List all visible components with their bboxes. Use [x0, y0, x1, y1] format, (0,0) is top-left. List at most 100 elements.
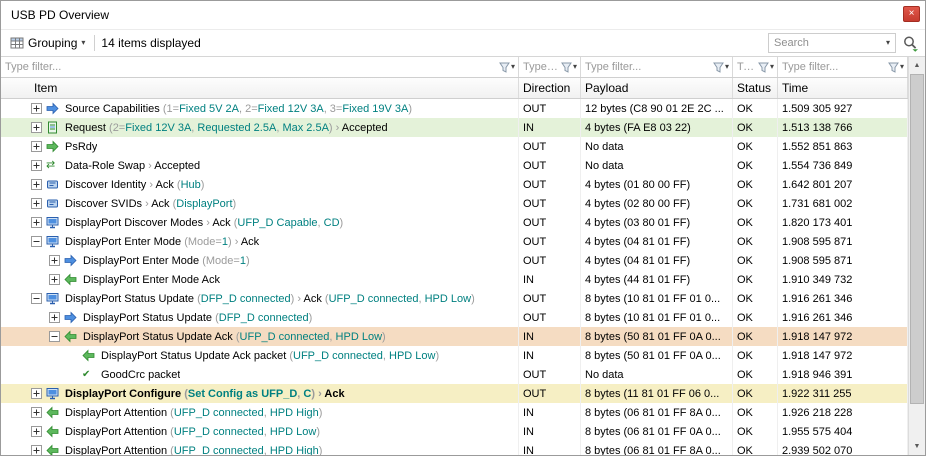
table-row[interactable]: DisplayPort Discover Modes › Ack (UFP_D … — [1, 213, 925, 232]
grouping-button[interactable]: Grouping ▾ — [7, 34, 88, 52]
expand-icon[interactable] — [31, 407, 42, 418]
filter-input-1[interactable]: Type filter...▾ — [519, 57, 581, 77]
collapse-icon[interactable] — [49, 331, 60, 342]
expand-icon[interactable] — [31, 141, 42, 152]
table-row[interactable]: DisplayPort Enter Mode AckIN4 bytes (44 … — [1, 270, 925, 289]
status-cell: OK — [733, 156, 778, 175]
status-cell: OK — [733, 99, 778, 118]
payload-cell: 4 bytes (02 80 00 FF) — [581, 194, 733, 213]
item-cell: DisplayPort Attention (UFP_D connected, … — [1, 441, 519, 455]
collapse-icon[interactable] — [31, 293, 42, 304]
status-cell: OK — [733, 346, 778, 365]
filter-input-4[interactable]: Type filter...▾ — [778, 57, 908, 77]
expand-icon[interactable] — [31, 388, 42, 399]
expand-icon[interactable] — [49, 274, 60, 285]
expand-icon[interactable] — [31, 198, 42, 209]
filter-input-0[interactable]: Type filter...▾ — [1, 57, 519, 77]
table-row[interactable]: DisplayPort Status Update Ack (UFP_D con… — [1, 327, 925, 346]
item-text: Data-Role Swap › Accepted — [65, 160, 200, 172]
item-cell: Request (2=Fixed 12V 3A, Requested 2.5A,… — [1, 118, 519, 137]
expand-icon[interactable] — [31, 426, 42, 437]
filter-placeholder: Type filter... — [5, 61, 497, 73]
time-cell: 1.918 147 972 — [778, 327, 908, 346]
status-cell: OK — [733, 384, 778, 403]
expand-slot — [31, 160, 46, 171]
filter-funnel-icon[interactable]: ▾ — [711, 62, 732, 73]
filter-placeholder: Type filter... — [585, 61, 711, 73]
scrollbar-thumb[interactable] — [910, 74, 924, 404]
close-button[interactable]: × — [903, 6, 920, 22]
expand-icon[interactable] — [49, 255, 60, 266]
status-cell: OK — [733, 365, 778, 384]
table-row[interactable]: DisplayPort Attention (UFP_D connected, … — [1, 441, 925, 455]
expand-slot — [49, 312, 64, 323]
payload-cell: 12 bytes (C8 90 01 2E 2C ... — [581, 99, 733, 118]
close-icon: × — [909, 8, 915, 19]
table-row[interactable]: Discover SVIDs › Ack (DisplayPort)OUT4 b… — [1, 194, 925, 213]
payload-cell: 4 bytes (03 80 01 FF) — [581, 213, 733, 232]
item-text: DisplayPort Attention (UFP_D connected, … — [65, 426, 320, 438]
search-placeholder: Search — [774, 37, 886, 49]
column-header-item[interactable]: Item — [1, 78, 519, 98]
item-cell: DisplayPort Configure (Set Config as UFP… — [1, 384, 519, 403]
scroll-up-button[interactable]: ▲ — [909, 57, 925, 74]
expand-icon[interactable] — [31, 160, 42, 171]
table-row[interactable]: ✔GoodCrc packetOUTNo dataOK1.918 946 391 — [1, 365, 925, 384]
time-cell: 1.910 349 732 — [778, 270, 908, 289]
table-row[interactable]: Source Capabilities (1=Fixed 5V 2A, 2=Fi… — [1, 99, 925, 118]
vertical-scrollbar[interactable]: ▲ ▼ — [908, 57, 925, 455]
search-options-icon[interactable] — [902, 35, 919, 52]
filter-input-2[interactable]: Type filter...▾ — [581, 57, 733, 77]
item-cell: DisplayPort Enter Mode (Mode=1) — [1, 251, 519, 270]
column-header-direction[interactable]: Direction — [519, 78, 581, 98]
column-header-payload[interactable]: Payload — [581, 78, 733, 98]
table-row[interactable]: DisplayPort Status Update Ack packet (UF… — [1, 346, 925, 365]
status-cell: OK — [733, 213, 778, 232]
collapse-icon[interactable] — [31, 236, 42, 247]
status-cell: OK — [733, 118, 778, 137]
column-header-status[interactable]: Status — [733, 78, 778, 98]
time-cell: 1.642 801 207 — [778, 175, 908, 194]
displayport-icon — [46, 216, 62, 229]
expand-slot — [31, 141, 46, 152]
expand-icon[interactable] — [31, 122, 42, 133]
filter-funnel-icon[interactable]: ▾ — [756, 62, 777, 73]
table-row[interactable]: DisplayPort Status Update (DFP_D connect… — [1, 289, 925, 308]
search-dropdown-icon[interactable]: ▾ — [886, 39, 890, 47]
table-row[interactable]: Discover Identity › Ack (Hub)OUT4 bytes … — [1, 175, 925, 194]
table-row[interactable]: DisplayPort Attention (UFP_D connected, … — [1, 403, 925, 422]
expand-icon[interactable] — [31, 179, 42, 190]
table-row[interactable]: ⇄Data-Role Swap › AcceptedOUTNo dataOK1.… — [1, 156, 925, 175]
status-cell: OK — [733, 441, 778, 455]
item-text: DisplayPort Discover Modes › Ack (UFP_D … — [65, 217, 343, 229]
search-input[interactable]: Search ▾ — [768, 33, 896, 53]
direction-cell: IN — [519, 403, 581, 422]
table-row[interactable]: PsRdyOUTNo dataOK1.552 851 863 — [1, 137, 925, 156]
table-row[interactable]: DisplayPort Status Update (DFP_D connect… — [1, 308, 925, 327]
table-row[interactable]: DisplayPort Enter Mode (Mode=1)OUT4 byte… — [1, 251, 925, 270]
table-row[interactable]: DisplayPort Configure (Set Config as UFP… — [1, 384, 925, 403]
scroll-down-button[interactable]: ▼ — [909, 438, 925, 455]
payload-cell: 4 bytes (44 81 01 FF) — [581, 270, 733, 289]
expand-slot — [31, 122, 46, 133]
filter-input-3[interactable]: Type filter...▾ — [733, 57, 778, 77]
filter-funnel-icon[interactable]: ▾ — [559, 62, 580, 73]
filter-placeholder: Type filter... — [523, 61, 559, 73]
time-cell: 1.908 595 871 — [778, 232, 908, 251]
message-out-icon — [46, 102, 62, 115]
filter-funnel-icon[interactable]: ▾ — [886, 62, 907, 73]
expand-icon[interactable] — [31, 445, 42, 455]
table-row[interactable]: DisplayPort Attention (UFP_D connected, … — [1, 422, 925, 441]
expand-icon[interactable] — [49, 312, 60, 323]
expand-slot — [31, 445, 46, 455]
title-bar: USB PD Overview × — [1, 1, 925, 29]
item-cell: Discover Identity › Ack (Hub) — [1, 175, 519, 194]
expand-icon[interactable] — [31, 217, 42, 228]
status-cell: OK — [733, 137, 778, 156]
expand-icon[interactable] — [31, 103, 42, 114]
table-row[interactable]: DisplayPort Enter Mode (Mode=1) › AckOUT… — [1, 232, 925, 251]
column-header-time[interactable]: Time — [778, 78, 908, 98]
filter-funnel-icon[interactable]: ▾ — [497, 62, 518, 73]
table-row[interactable]: Request (2=Fixed 12V 3A, Requested 2.5A,… — [1, 118, 925, 137]
item-cell: DisplayPort Status Update Ack packet (UF… — [1, 346, 519, 365]
